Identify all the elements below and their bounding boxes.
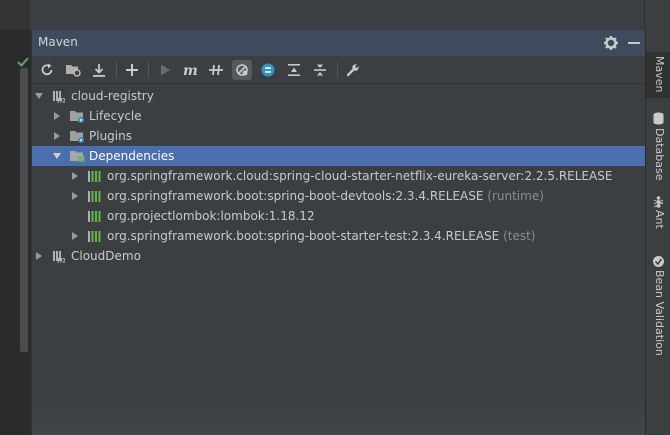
tree-node-dependency[interactable]: org.projectlombok:lombok:1.18.12 [32, 206, 645, 226]
offline-icon[interactable] [206, 60, 226, 80]
maven-module-icon: m [53, 91, 66, 104]
maven-toolbar: m [32, 57, 645, 84]
tree-node-dependency[interactable]: org.springframework.boot:spring-boot-sta… [32, 226, 645, 246]
collapsed-arrow-icon[interactable] [52, 131, 62, 141]
collapsed-arrow-icon[interactable] [34, 251, 44, 261]
maven-tool-window: Maven m m cloud-registry Lifecycle Plugi… [31, 30, 645, 435]
tree-label: Dependencies [89, 149, 175, 163]
tree-node-dependency[interactable]: org.springframework.cloud:spring-cloud-s… [32, 166, 645, 186]
side-tab-label: Ant [653, 210, 666, 229]
svg-text:m: m [183, 63, 198, 77]
side-tab-label: Maven [653, 56, 666, 93]
library-icon [88, 171, 101, 182]
play-icon[interactable] [155, 60, 175, 80]
editor-area [0, 0, 30, 435]
side-tab-ant[interactable]: Ant [646, 192, 670, 236]
panel-title: Maven [38, 35, 78, 49]
scope-suffix: (test) [503, 229, 536, 243]
svg-text:m: m [57, 96, 66, 104]
tree-node-dependencies[interactable]: Dependencies [32, 146, 645, 166]
side-tab-bean-validation[interactable]: Bean Validation [646, 252, 670, 356]
tree-node-lifecycle[interactable]: Lifecycle [32, 106, 645, 126]
svg-text:m: m [57, 256, 66, 264]
refresh-icon[interactable] [37, 60, 57, 80]
skip-tests-icon[interactable] [232, 60, 252, 80]
tree-label: CloudDemo [71, 249, 141, 263]
top-strip [30, 0, 644, 30]
tree-label: cloud-registry [71, 89, 154, 103]
side-strip-top: m [645, 0, 670, 48]
panel-header: Maven [32, 30, 645, 56]
database-icon [653, 112, 664, 125]
maven-module-icon: m [53, 251, 66, 264]
library-icon [88, 191, 101, 202]
library-icon [88, 211, 101, 222]
folder-refresh-icon[interactable] [63, 60, 83, 80]
tree-node-dependency[interactable]: org.springframework.boot:spring-boot-dev… [32, 186, 645, 206]
side-tab-maven[interactable]: Maven [646, 52, 670, 98]
expand-arrow-icon[interactable] [34, 91, 44, 101]
right-tool-strip: Maven Database Ant Bean Validation [645, 30, 670, 435]
tree-node-cloud-registry[interactable]: m cloud-registry [32, 86, 645, 106]
wrench-icon[interactable] [343, 60, 363, 80]
collapsed-arrow-icon[interactable] [70, 171, 80, 181]
bean-validation-icon [653, 256, 664, 267]
library-icon [88, 231, 101, 242]
tree-node-clouddemo[interactable]: m CloudDemo [32, 246, 645, 266]
maven-m-icon[interactable]: m [180, 60, 200, 80]
scope-suffix: (runtime) [487, 189, 544, 203]
side-tab-label: Bean Validation [653, 270, 666, 356]
folder-gear-icon [70, 131, 84, 143]
collapsed-arrow-icon[interactable] [70, 191, 80, 201]
folder-gear-icon [70, 111, 84, 123]
toolbar-separator [116, 62, 117, 78]
ant-icon [653, 196, 664, 208]
tree-label: org.projectlombok:lombok:1.18.12 [107, 209, 315, 223]
expand-all-icon[interactable] [284, 60, 304, 80]
side-tab-database[interactable]: Database [646, 108, 670, 181]
tree-label: org.springframework.boot:spring-boot-sta… [107, 229, 536, 243]
collapse-all-icon[interactable] [310, 60, 330, 80]
check-icon [17, 57, 29, 67]
editor-scrollbar[interactable] [20, 68, 28, 352]
collapsed-arrow-icon[interactable] [52, 111, 62, 121]
toolbar-separator [337, 62, 338, 78]
tree-label: Plugins [89, 129, 132, 143]
gear-icon[interactable] [603, 35, 619, 51]
expand-arrow-icon[interactable] [52, 151, 62, 161]
folder-library-icon [70, 151, 85, 162]
collapsed-arrow-icon[interactable] [70, 231, 80, 241]
panel-background [32, 395, 645, 435]
download-icon[interactable] [89, 60, 109, 80]
tree-node-plugins[interactable]: Plugins [32, 126, 645, 146]
toolbar-separator [148, 62, 149, 78]
plus-icon[interactable] [122, 60, 142, 80]
side-tab-label: Database [653, 128, 666, 181]
tree-label: org.springframework.boot:spring-boot-dev… [107, 189, 544, 203]
tree-label: org.springframework.cloud:spring-cloud-s… [107, 169, 613, 183]
diagram-icon[interactable] [258, 60, 278, 80]
tree-label: Lifecycle [89, 109, 142, 123]
editor-tab-bar [0, 0, 30, 31]
minimize-icon[interactable] [626, 35, 642, 51]
